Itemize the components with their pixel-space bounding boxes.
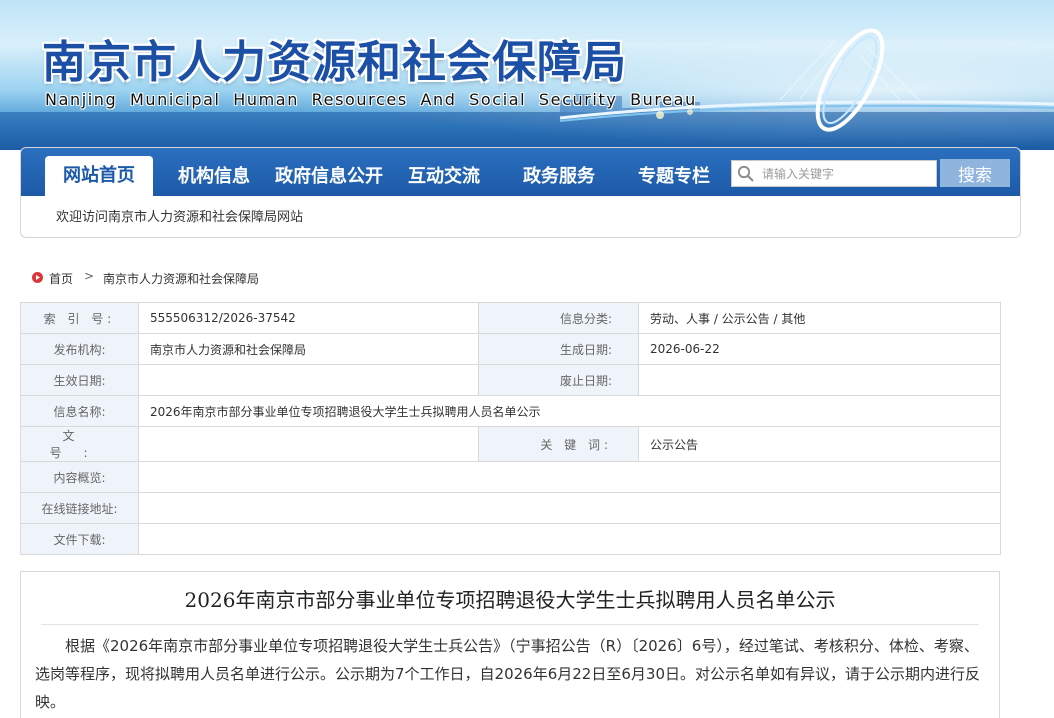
index-label: 索 引 号:	[20, 302, 139, 334]
nav-item-services[interactable]: 政务服务	[523, 162, 595, 192]
file-download-label: 文件下载:	[20, 523, 139, 555]
search-box	[731, 160, 937, 187]
table-row: 生效日期: 废止日期:	[20, 364, 1001, 396]
table-row: 文 号: 关 键 词: 公示公告	[20, 426, 1001, 462]
summary-label: 内容概览:	[20, 461, 139, 493]
breadcrumb-current[interactable]: 南京市人力资源和社会保障局	[103, 270, 259, 287]
search-input[interactable]	[762, 161, 932, 186]
keywords-value: 公示公告	[638, 426, 1001, 462]
nav-item-organization[interactable]: 机构信息	[178, 162, 250, 192]
table-row: 发布机构: 南京市人力资源和社会保障局 生成日期: 2026-06-22	[20, 333, 1001, 365]
info-metadata-table: 索 引 号: 555506312/2026-37542 信息分类: 劳动、人事 …	[20, 302, 1001, 555]
home-marker-icon	[32, 272, 43, 283]
main-nav-bar: 网站首页 机构信息 政府信息公开 互动交流 政务服务 专题专栏 搜索	[21, 148, 1020, 196]
breadcrumb-separator: >	[84, 269, 95, 283]
doc-number-label: 文 号:	[20, 426, 139, 462]
doc-number-value	[138, 426, 479, 462]
created-date-value: 2026-06-22	[638, 333, 1001, 365]
title-divider	[41, 624, 979, 625]
table-row: 内容概览:	[20, 461, 1001, 493]
site-title-cn: 南京市人力资源和社会保障局	[42, 37, 627, 88]
search-icon	[737, 165, 754, 182]
search-button[interactable]: 搜索	[940, 159, 1010, 187]
table-row: 文件下载:	[20, 523, 1001, 555]
breadcrumb-home-link[interactable]: 首页	[49, 270, 73, 287]
summary-value	[138, 461, 1001, 493]
publisher-value: 南京市人力资源和社会保障局	[138, 333, 479, 365]
nav-item-home[interactable]: 网站首页	[45, 156, 153, 196]
file-download-value[interactable]	[138, 523, 1001, 555]
keywords-label: 关 键 词:	[478, 426, 639, 462]
abolish-date-value	[638, 364, 1001, 396]
table-row: 在线链接地址:	[20, 492, 1001, 524]
online-link-label: 在线链接地址:	[20, 492, 139, 524]
category-value: 劳动、人事 / 公示公告 / 其他	[638, 302, 1001, 334]
index-value: 555506312/2026-37542	[138, 302, 479, 334]
online-link-value[interactable]	[138, 492, 1001, 524]
category-label: 信息分类:	[478, 302, 639, 334]
effective-date-value	[138, 364, 479, 396]
created-date-label: 生成日期:	[478, 333, 639, 365]
nav-item-special-topics[interactable]: 专题专栏	[638, 162, 710, 192]
article-title: 2026年南京市部分事业单位专项招聘退役大学生士兵拟聘用人员名单公示	[184, 588, 836, 612]
site-title-en: Nanjing Municipal Human Resources And So…	[45, 90, 697, 109]
info-name-label: 信息名称:	[20, 395, 139, 427]
article-body: 根据《2026年南京市部分事业单位专项招聘退役大学生士兵公告》（宁事招公告（R）…	[35, 637, 980, 711]
nav-item-interaction[interactable]: 互动交流	[408, 162, 480, 192]
article-container: 2026年南京市部分事业单位专项招聘退役大学生士兵拟聘用人员名单公示 根据《20…	[20, 571, 1000, 718]
table-row: 索 引 号: 555506312/2026-37542 信息分类: 劳动、人事 …	[20, 302, 1001, 334]
welcome-text: 欢迎访问南京市人力资源和社会保障局网站	[56, 210, 304, 225]
table-row: 信息名称: 2026年南京市部分事业单位专项招聘退役大学生士兵拟聘用人员名单公示	[20, 395, 1001, 427]
nav-container: 网站首页 机构信息 政府信息公开 互动交流 政务服务 专题专栏 搜索 欢迎访问南…	[20, 147, 1021, 238]
publisher-label: 发布机构:	[20, 333, 139, 365]
site-banner: 南京市人力资源和社会保障局 Nanjing Municipal Human Re…	[0, 0, 1054, 150]
info-name-value: 2026年南京市部分事业单位专项招聘退役大学生士兵拟聘用人员名单公示	[138, 395, 1001, 427]
nav-item-gov-info[interactable]: 政府信息公开	[275, 162, 383, 192]
abolish-date-label: 废止日期:	[478, 364, 639, 396]
effective-date-label: 生效日期:	[20, 364, 139, 396]
